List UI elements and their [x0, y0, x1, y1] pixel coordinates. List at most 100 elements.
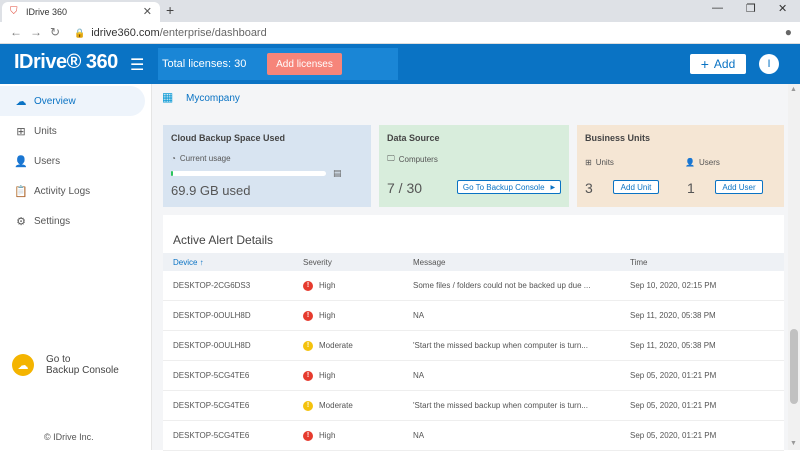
severity-text: High	[319, 431, 336, 440]
column-device[interactable]: Device ↑	[173, 258, 204, 267]
copyright: © IDrive Inc.	[44, 432, 94, 442]
close-window-icon[interactable]: ✕	[778, 2, 787, 15]
browser-tab[interactable]: ⛉ IDrive 360 ✕	[2, 2, 160, 22]
data-source-card: Data Source 🖵 Computers 7 / 30 Go To Bac…	[379, 125, 569, 207]
time-cell: Sep 10, 2020, 02:15 PM	[630, 281, 717, 290]
add-button-label: Add	[713, 57, 736, 71]
avatar[interactable]: I	[759, 54, 779, 74]
go-to-backup-console-link[interactable]: ☁ Go to Backup Console	[12, 354, 119, 376]
building-icon: ▦	[162, 90, 174, 104]
sidebar-item-settings[interactable]: ⚙ Settings	[0, 206, 145, 236]
scrollbar[interactable]: ▲ ▼	[788, 84, 800, 450]
scroll-down-icon[interactable]: ▼	[790, 440, 797, 447]
usage-progress-fill	[171, 171, 173, 176]
go-to-backup-console-button[interactable]: Go To Backup Console ▶	[457, 180, 561, 194]
goto-line2: Backup Console	[46, 365, 119, 376]
hamburger-menu-icon[interactable]: ☰	[130, 55, 144, 75]
table-row[interactable]: DESKTOP-2CG6DS3! High Some files / folders…	[163, 271, 784, 301]
new-tab-icon[interactable]: +	[166, 2, 174, 18]
message-cell: Some files / folders could not be backed…	[413, 281, 591, 290]
scrollbar-thumb[interactable]	[790, 329, 798, 404]
sidebar-item-label: Users	[34, 155, 61, 167]
plus-icon: +	[700, 56, 709, 72]
monitor-icon: 🖵	[387, 154, 395, 163]
idrive-logo[interactable]: IDrive® 360	[14, 51, 118, 74]
device-cell: DESKTOP-0OULH8D	[173, 341, 251, 350]
cloud-backup-card: Cloud Backup Space Used ◔ Current usage …	[163, 125, 371, 207]
sidebar-item-label: Overview	[34, 95, 76, 107]
sidebar-item-users[interactable]: 👤 Users	[0, 146, 145, 176]
lock-icon: 🔒	[74, 27, 86, 38]
sidebar-item-label: Settings	[34, 215, 71, 227]
gear-icon: ⚙	[16, 215, 26, 228]
severity-cell: ! High	[303, 280, 336, 291]
cloud-icon: ☁	[15, 95, 27, 108]
alerts-table: Device ↑ Severity Message Time DESKTOP-2…	[163, 253, 784, 451]
table-row[interactable]: DESKTOP-0OULH8D! Moderate 'Start the misse…	[163, 331, 784, 361]
table-row[interactable]: DESKTOP-5CG4TE6! Moderate 'Start the misse…	[163, 391, 784, 421]
sidebar: ☁ Overview ⊞ Units 👤 Users 📋 Activity Lo…	[0, 84, 152, 450]
table-row[interactable]: DESKTOP-5CG4TE6! High NA Sep 05, 2020, 01:2…	[163, 361, 784, 391]
app-header: IDrive® 360 ☰ Total licenses: 30 Add lic…	[0, 44, 800, 84]
clipboard-icon: 📋	[14, 185, 28, 198]
business-units-card: Business Units ⊞ Units 👤 Users 3 Add Uni…	[577, 125, 784, 207]
browser-tab-bar: ⛉ IDrive 360 ✕ + — ❐ ✕	[0, 0, 800, 22]
units-label: ⊞ Units	[585, 158, 614, 167]
column-severity[interactable]: Severity	[303, 258, 332, 267]
sidebar-item-label: Activity Logs	[34, 185, 91, 197]
severity-cell: ! High	[303, 430, 336, 441]
message-cell: NA	[413, 431, 425, 440]
minimize-icon[interactable]: —	[712, 2, 723, 14]
card-subtitle: 🖵 Computers	[387, 154, 561, 164]
pie-chart-icon: ◔	[171, 154, 176, 163]
alerts-title: Active Alert Details	[173, 233, 274, 247]
column-message[interactable]: Message	[413, 258, 445, 267]
alert-icon: !	[303, 400, 313, 411]
message-cell: NA	[413, 371, 425, 380]
table-row[interactable]: DESKTOP-0OULH8D! High NA Sep 11, 2020, 05:3…	[163, 301, 784, 331]
card-subtitle-text: Current usage	[179, 154, 231, 163]
sidebar-item-activity-logs[interactable]: 📋 Activity Logs	[0, 176, 145, 206]
idrive-favicon-icon: ⛉	[10, 6, 18, 17]
close-tab-icon[interactable]: ✕	[143, 5, 152, 18]
units-label-text: Units	[595, 158, 614, 167]
add-user-button[interactable]: Add User	[715, 180, 763, 194]
alert-icon: !	[303, 430, 313, 441]
button-label: Go To Backup Console	[462, 182, 545, 192]
caret-right-icon: ▶	[550, 184, 556, 191]
grid-icon: ⊞	[16, 125, 26, 138]
profile-icon[interactable]: ●	[785, 25, 792, 39]
column-time[interactable]: Time	[630, 258, 647, 267]
url-path: /enterprise/dashboard	[159, 27, 267, 39]
add-unit-button[interactable]: Add Unit	[613, 180, 659, 194]
add-licenses-button[interactable]: Add licenses	[267, 53, 342, 75]
severity-text: High	[319, 311, 336, 320]
severity-cell: ! Moderate	[303, 400, 353, 411]
back-icon[interactable]: ←	[10, 25, 22, 39]
forward-icon[interactable]: →	[30, 25, 42, 39]
restore-icon[interactable]: ❐	[746, 2, 756, 15]
message-cell: NA	[413, 311, 425, 320]
tab-title: IDrive 360	[26, 7, 68, 17]
url-field[interactable]: 🔒 idrive360.com/enterprise/dashboard	[66, 24, 766, 42]
scroll-up-icon[interactable]: ▲	[790, 86, 797, 93]
card-subtitle-text: Computers	[398, 154, 438, 164]
reload-icon[interactable]: ↻	[50, 25, 60, 39]
severity-text: High	[319, 281, 336, 290]
device-cell: DESKTOP-2CG6DS3	[173, 281, 251, 290]
alert-icon: !	[303, 280, 313, 291]
add-button[interactable]: + Add	[690, 54, 746, 74]
time-cell: Sep 11, 2020, 05:38 PM	[630, 341, 716, 350]
sidebar-item-units[interactable]: ⊞ Units	[0, 116, 145, 146]
grid-icon: ⊞	[585, 158, 592, 167]
severity-cell: ! High	[303, 310, 336, 321]
card-subtitle: ◔ Current usage	[171, 154, 363, 163]
card-title: Data Source	[387, 133, 440, 143]
table-row[interactable]: DESKTOP-5CG4TE6! High NA Sep 05, 2020, 01:2…	[163, 421, 784, 451]
company-selector[interactable]: ▦ Mycompany	[162, 90, 240, 106]
usage-progress-bar	[171, 171, 326, 176]
device-cell: DESKTOP-0OULH8D	[173, 311, 251, 320]
user-icon: 👤	[685, 158, 695, 167]
sidebar-item-overview[interactable]: ☁ Overview	[0, 86, 145, 116]
total-licenses-text: Total licenses: 30	[162, 58, 247, 70]
